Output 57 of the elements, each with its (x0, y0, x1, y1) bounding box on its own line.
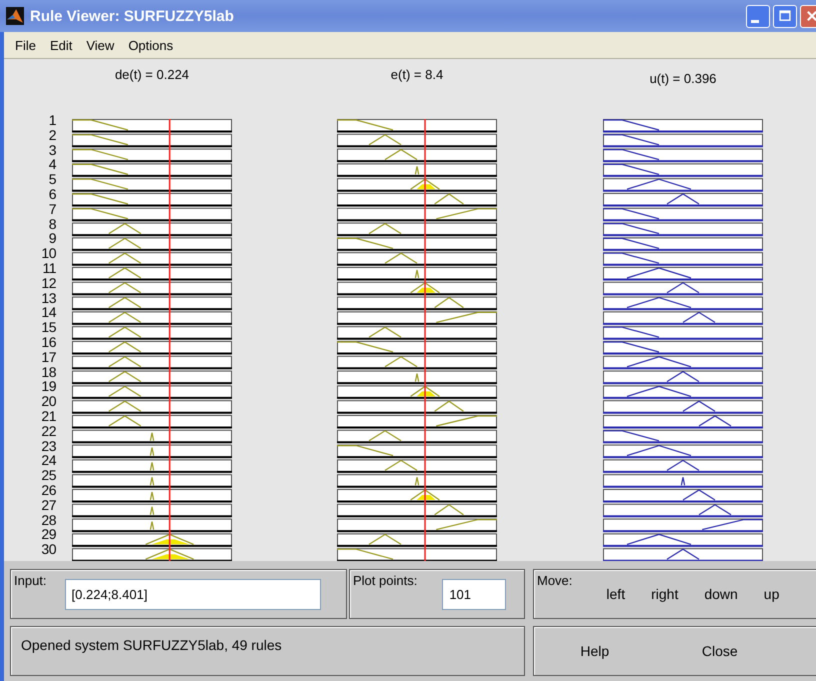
rule-number: 21 (41, 408, 56, 424)
rule-number: 12 (41, 276, 56, 291)
rule-number: 19 (41, 379, 56, 394)
move-button[interactable]: left (600, 582, 632, 606)
menu-item[interactable]: View (79, 38, 122, 52)
variable-label: e(t) = 8.4 (390, 67, 444, 83)
rule-number: 8 (48, 216, 56, 232)
plot-points-label: Plot points: (353, 573, 418, 588)
rule-number: 22 (41, 424, 56, 439)
rule-number: 16 (41, 334, 56, 350)
input-cursor-line[interactable] (168, 119, 170, 561)
rule-number: 14 (41, 305, 56, 320)
rule-number: 20 (41, 394, 56, 409)
maximize-button[interactable] (773, 4, 797, 28)
rule-number: 13 (41, 290, 56, 306)
rule-number: 27 (41, 498, 56, 513)
maximize-icon (778, 9, 792, 23)
rule-number: 4 (48, 157, 56, 172)
rule-number: 9 (48, 231, 56, 246)
close-icon (805, 9, 816, 23)
rule-number: 2 (48, 128, 56, 143)
logo-icon (6, 7, 24, 25)
rule-number: 6 (48, 186, 56, 202)
rule-number: 25 (41, 468, 56, 483)
minimize-icon (751, 20, 759, 22)
move-button[interactable]: right (645, 582, 684, 606)
rule-number: 29 (41, 527, 56, 542)
rule-number: 10 (41, 246, 56, 261)
rule-number: 18 (41, 364, 56, 380)
input-label: Input: (14, 573, 47, 588)
dialog-button[interactable]: Help (574, 639, 616, 663)
rule-number: 30 (41, 542, 56, 557)
rule-number: 7 (48, 202, 56, 217)
menu-item[interactable]: Edit (42, 38, 80, 52)
dialog-button[interactable]: Close (696, 639, 744, 663)
rule-number: 17 (41, 350, 56, 365)
rule-number: 1 (48, 113, 56, 128)
rule-number: 5 (48, 172, 56, 187)
status-message: Opened system SURFUZZY5lab, 49 rules (21, 637, 282, 653)
input-field[interactable]: [0.224;8.401] (64, 578, 321, 610)
menu-item[interactable]: File (8, 38, 43, 52)
rule-number: 24 (41, 453, 56, 468)
rule-number: 23 (41, 438, 56, 454)
rule-number: 26 (41, 482, 56, 498)
move-label: Move: (537, 573, 572, 588)
window-title: Rule Viewer: SURFUZZY5lab (30, 8, 235, 24)
input-cursor-line[interactable] (424, 119, 426, 561)
move-button[interactable]: down (698, 582, 744, 606)
minimize-button[interactable] (746, 4, 770, 28)
variable-label: de(t) = 0.224 (114, 67, 190, 83)
rule-number: 11 (42, 260, 56, 276)
rule-number: 15 (41, 320, 56, 335)
menu-item[interactable]: Options (121, 38, 180, 52)
plot-points-field[interactable]: 101 (442, 578, 506, 610)
move-button[interactable]: up (758, 582, 786, 606)
rule-number: 3 (48, 142, 56, 158)
rule-number: 28 (41, 512, 56, 528)
